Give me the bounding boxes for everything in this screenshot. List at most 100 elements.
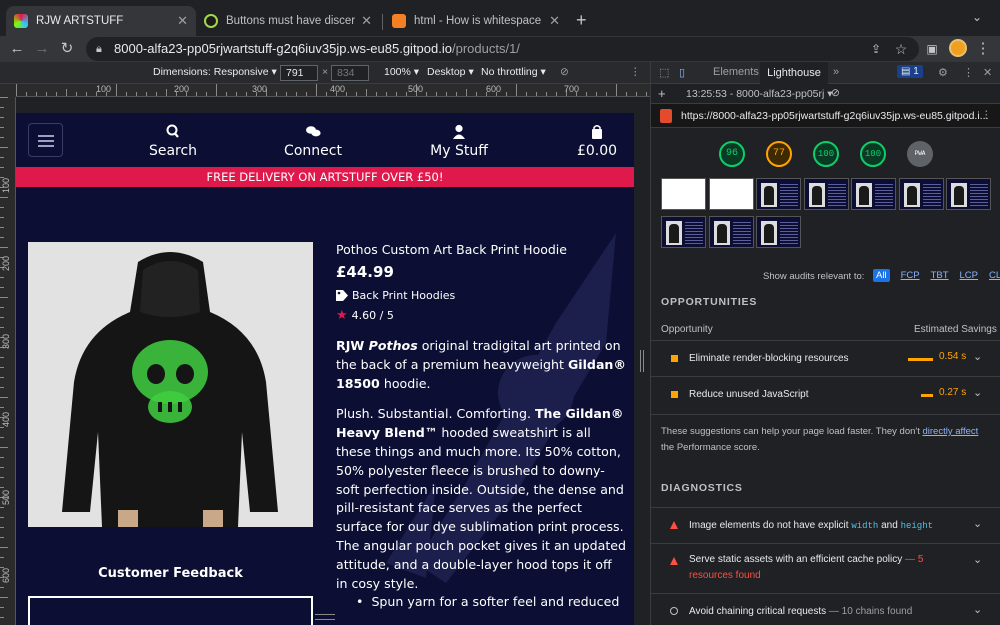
diagnostic-row[interactable]: Serve static assets with an efficient ca… (651, 543, 1000, 593)
filmstrip-frame[interactable] (708, 178, 754, 210)
browser-tab[interactable]: Buttons must have discernible ✕ (196, 6, 380, 36)
filmstrip-frame[interactable] (851, 178, 896, 210)
diagnostic-row[interactable]: Image elements do not have explicit widt… (651, 507, 1000, 543)
resize-handle-bottom[interactable] (315, 614, 335, 620)
ruler-tick (0, 467, 4, 468)
width-input[interactable]: 791 (280, 65, 318, 81)
chevron-down-icon[interactable]: ⌄ (973, 517, 982, 530)
back-icon[interactable]: ← (6, 38, 28, 60)
zoom-select[interactable]: 100% ▾ (384, 66, 419, 78)
issues-badge[interactable]: ▤ 1 (897, 65, 923, 78)
profile-avatar[interactable] (949, 39, 967, 57)
ruler-tick (376, 92, 377, 96)
close-tab-icon[interactable]: ✕ (177, 13, 188, 29)
device-menu-icon[interactable]: ⋮ (630, 66, 641, 78)
close-devtools-icon[interactable]: ✕ (983, 66, 992, 79)
score-seo[interactable]: 100 (860, 141, 886, 167)
nav-label: My Stuff (430, 143, 488, 159)
throttle-select[interactable]: No throttling ▾ (481, 66, 546, 78)
filmstrip-frame[interactable] (756, 216, 801, 248)
rotate-icon[interactable]: ⊘ (560, 66, 569, 78)
ruler-tick (0, 487, 4, 488)
nav-my-stuff[interactable]: My Stuff (424, 123, 494, 159)
close-tab-icon[interactable]: ✕ (549, 13, 560, 29)
devtools-menu-icon[interactable]: ⋮ (963, 66, 974, 79)
forward-icon[interactable]: → (31, 38, 53, 60)
nav-bag[interactable]: £0.00 (569, 123, 625, 159)
side-panel-icon[interactable]: ▣ (921, 38, 943, 60)
opportunity-row[interactable]: Eliminate render-blocking resources 0.54… (651, 340, 1000, 376)
tab-lighthouse[interactable]: Lighthouse (760, 62, 828, 84)
chevron-down-icon[interactable]: ⌄ (973, 553, 982, 566)
chevron-down-icon[interactable]: ⌄ (973, 350, 982, 363)
filter-lcp[interactable]: LCP (960, 269, 978, 282)
filmstrip-frame[interactable] (708, 216, 754, 248)
score-performance[interactable]: 96 (719, 141, 745, 167)
nav-connect[interactable]: Connect (278, 123, 348, 159)
ruler-tick (536, 92, 537, 96)
device-select[interactable]: Desktop ▾ (427, 66, 474, 78)
thumb-hoodie (761, 221, 777, 245)
product-category[interactable]: Back Print Hoodies (336, 289, 626, 302)
more-tabs-icon[interactable]: » (833, 66, 839, 78)
filmstrip-frame[interactable] (661, 216, 706, 248)
clear-report-icon[interactable]: ⊘ (831, 87, 840, 99)
nav-search[interactable]: Search (143, 123, 203, 159)
close-tab-icon[interactable]: ✕ (361, 13, 372, 29)
directly-affect-link[interactable]: directly affect (922, 426, 978, 437)
filter-fcp[interactable]: FCP (901, 269, 920, 282)
browser-tab-active[interactable]: RJW ARTSTUFF ✕ (6, 6, 196, 36)
filmstrip-frame[interactable] (898, 178, 944, 210)
filter-all[interactable]: All (873, 269, 890, 282)
dimensions-select[interactable]: Dimensions: Responsive ▾ (153, 66, 277, 78)
savings-value: 0.27 s (939, 387, 967, 398)
report-menu-icon[interactable]: ⋮ (981, 109, 992, 121)
share-icon[interactable]: ⇪ (865, 38, 887, 60)
filter-cls[interactable]: CLS (989, 269, 1000, 282)
filter-tbt[interactable]: TBT (931, 269, 949, 282)
diagnostic-text: Avoid chaining critical requests — 10 ch… (689, 604, 959, 620)
product-image[interactable] (28, 242, 313, 527)
hamburger-menu-button[interactable] (28, 123, 63, 157)
tab-search-icon[interactable]: ⌄ (972, 10, 982, 24)
savings-bar (908, 358, 933, 361)
diagnostic-text: Image elements do not have explicit widt… (689, 518, 959, 534)
address-bar[interactable]: 🔒︎ 8000-alfa23-pp05rjwartstuff-g2q6iuv35… (86, 37, 919, 61)
ruler-tick (466, 89, 467, 96)
hoodie-image (28, 242, 313, 527)
resize-handle-right[interactable] (640, 350, 644, 372)
ruler-label: 500 (1, 489, 11, 505)
diag-count: — 10 chains found (826, 606, 913, 617)
chevron-down-icon[interactable]: ⌄ (973, 603, 982, 616)
settings-gear-icon[interactable]: ⚙ (938, 66, 948, 79)
filmstrip-frame[interactable] (661, 178, 706, 210)
site-nav: Search Connect My Stuff £0.00 (16, 113, 634, 167)
device-toggle-icon[interactable]: ▯ (679, 66, 685, 79)
ruler-tick (0, 227, 4, 228)
opportunity-row[interactable]: Reduce unused JavaScript 0.27 s ⌄ (651, 376, 1000, 412)
reload-icon[interactable]: ↻ (56, 38, 78, 60)
bookmark-star-icon[interactable]: ☆ (890, 38, 912, 60)
height-input[interactable]: 834 (331, 65, 369, 81)
new-tab-button[interactable]: + (576, 10, 587, 31)
score-best-practices[interactable]: 100 (813, 141, 839, 167)
ruler-tick (56, 92, 57, 96)
score-accessibility[interactable]: 77 (766, 141, 792, 167)
new-report-icon[interactable]: + (658, 86, 666, 101)
diagnostic-row[interactable]: Avoid chaining critical requests — 10 ch… (651, 593, 1000, 625)
filmstrip-frame[interactable] (756, 178, 801, 210)
diag-text: Image elements do not have explicit (689, 520, 852, 531)
inspect-icon[interactable]: ⬚ (659, 66, 669, 79)
filmstrip-frame[interactable] (946, 178, 991, 210)
browser-tab[interactable]: html - How is whitespace in an ✕ (384, 6, 568, 36)
product-price: £44.99 (336, 263, 394, 281)
ruler-tick (0, 547, 8, 548)
score-pwa[interactable]: PWA (907, 141, 933, 167)
bag-total: £0.00 (576, 143, 618, 159)
feature-list-item: • Spun yarn for a softer feel and reduce… (356, 594, 620, 609)
filmstrip-frame[interactable] (803, 178, 849, 210)
report-select[interactable]: 13:25:53 - 8000-alfa23-pp05rj ▾ (686, 88, 833, 100)
tab-elements[interactable]: Elements (713, 66, 759, 78)
chevron-down-icon[interactable]: ⌄ (973, 386, 982, 399)
browser-menu-icon[interactable]: ⋮ (972, 38, 994, 60)
